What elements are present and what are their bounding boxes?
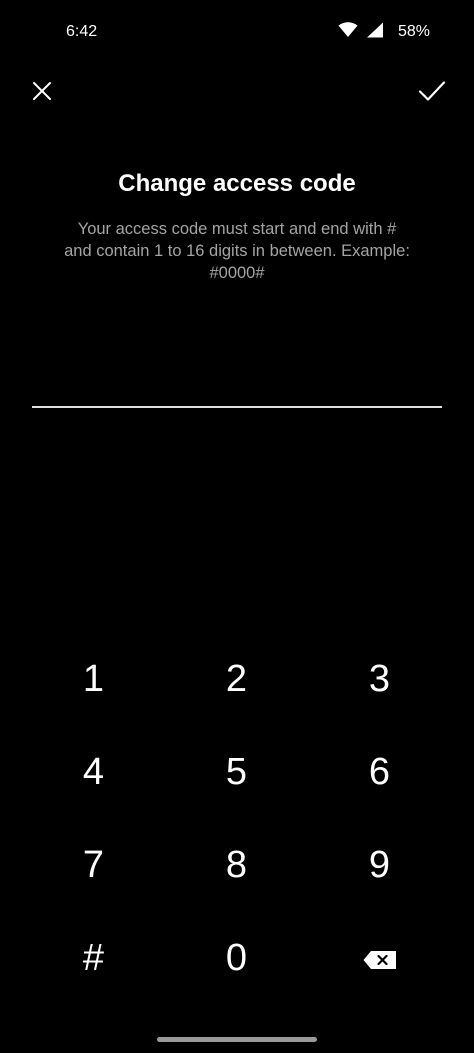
key-1[interactable]: 1 <box>22 632 165 725</box>
backspace-icon <box>363 939 397 977</box>
wifi-icon <box>338 21 358 43</box>
page-title: Change access code <box>118 170 356 197</box>
battery-percentage: 58% <box>397 23 430 40</box>
numeric-keypad: 1 2 3 4 5 6 7 8 9 # 0 <box>22 632 452 1004</box>
close-button[interactable] <box>18 69 66 117</box>
key-hash[interactable]: # <box>22 911 165 1004</box>
status-icons: 58% <box>338 21 430 43</box>
status-bar: 6:42 58% <box>0 0 474 64</box>
gesture-navigation-handle[interactable] <box>157 1037 317 1042</box>
confirm-button[interactable] <box>408 69 456 117</box>
close-icon <box>32 81 52 106</box>
backspace-button[interactable] <box>308 911 451 1004</box>
key-7[interactable]: 7 <box>22 818 165 911</box>
key-5[interactable]: 5 <box>165 725 308 818</box>
key-2[interactable]: 2 <box>165 632 308 725</box>
key-6[interactable]: 6 <box>308 725 451 818</box>
key-3[interactable]: 3 <box>308 632 451 725</box>
check-icon <box>418 80 446 107</box>
cellular-signal-icon <box>366 22 384 43</box>
key-0[interactable]: 0 <box>165 911 308 1004</box>
status-time: 6:42 <box>66 23 98 40</box>
access-code-input[interactable] <box>32 350 442 408</box>
key-9[interactable]: 9 <box>308 818 451 911</box>
change-access-code-screen: 6:42 58% Change access code Your access … <box>0 0 474 1053</box>
access-code-description: Your access code must start and end with… <box>64 220 410 282</box>
key-8[interactable]: 8 <box>165 818 308 911</box>
key-4[interactable]: 4 <box>22 725 165 818</box>
